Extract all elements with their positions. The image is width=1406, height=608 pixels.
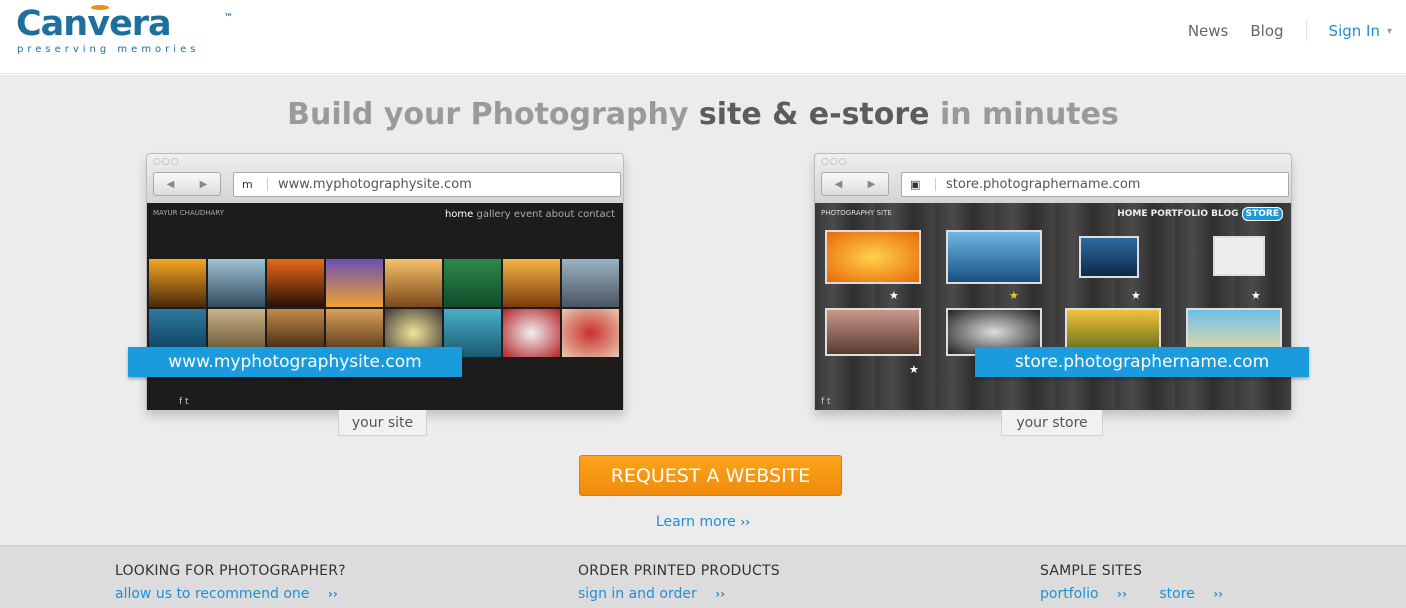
back-arrow-icon: ◀ [834,178,843,190]
browser-chrome: ○○○ ◀ ▶ m www.myphotographysite.com [147,154,623,203]
gallery-photo [444,259,501,307]
browser-chrome: ○○○ ◀ ▶ ▣ store.photographername.com [815,154,1291,203]
gallery-photo [503,309,560,357]
product-album [1213,236,1265,276]
top-nav: News Blog Sign In ▾ [1166,20,1392,42]
nav-divider [1305,21,1307,41]
address-url: www.myphotographysite.com [278,177,472,192]
site-header: Canvera ™ preserving memories News Blog … [0,0,1406,74]
gallery-photo [326,259,383,307]
gallery-photo [149,259,206,307]
star-icon: ★ [889,289,899,302]
product-photo [825,230,921,284]
nav-blog-link[interactable]: Blog [1250,22,1283,40]
logo-tagline: preserving memories [17,44,200,55]
mock-store-header: PHOTOGRAPHY SITE HOME PORTFOLIO BLOG STO… [821,207,1285,223]
site-screenshot: MAYUR CHAUDHARY home gallery event about… [147,203,623,410]
gallery-photo [503,259,560,307]
camera-favicon-icon: ▣ [910,178,936,191]
footer-col-title: LOOKING FOR PHOTOGRAPHER? [115,563,346,579]
double-chevron-icon: ›› [1213,587,1224,601]
gallery-photo [562,259,619,307]
your-site-label: your site [338,410,427,436]
hero-title: Build your Photography site & e-store in… [287,97,1119,132]
footer-col-samples: SAMPLE SITES portfolio ›› store ›› [1040,563,1251,602]
store-url-banner: store.photographername.com [975,347,1309,377]
nav-news-link[interactable]: News [1188,22,1229,40]
hero-section: Build your Photography site & e-store in… [0,75,1406,545]
mock-store-menu: HOME PORTFOLIO BLOG STORE [1117,207,1283,221]
window-dots: ○○○ [153,157,180,167]
address-url: store.photographername.com [946,177,1141,192]
product-photo [946,230,1042,284]
product-video [825,308,921,356]
forward-arrow-icon: ▶ [867,178,876,190]
chevron-down-icon[interactable]: ▾ [1387,26,1392,37]
footer-col-title: ORDER PRINTED PRODUCTS [578,563,780,579]
sample-portfolio-link[interactable]: portfolio ›› [1040,586,1141,602]
logo-wordmark: Canvera [16,4,172,44]
canvera-logo[interactable]: Canvera ™ preserving memories [16,4,246,55]
address-bar: m www.myphotographysite.com [233,172,621,197]
request-website-button[interactable]: REQUEST A WEBSITE [579,455,842,496]
mock-site-header: MAYUR CHAUDHARY home gallery event about… [153,207,617,223]
social-icons: f t [179,397,189,407]
site-favicon-icon: m [242,178,268,191]
store-screenshot: PHOTOGRAPHY SITE HOME PORTFOLIO BLOG STO… [815,203,1291,410]
address-bar: ▣ store.photographername.com [901,172,1289,197]
window-dots: ○○○ [821,157,848,167]
double-chevron-icon: ›› [1117,587,1127,601]
trademark-mark: ™ [224,13,233,23]
mock-store-brand: PHOTOGRAPHY SITE [821,209,892,217]
footer-col-photographer: LOOKING FOR PHOTOGRAPHER? allow us to re… [115,563,366,602]
double-chevron-icon: ›› [715,587,726,601]
forward-arrow-icon: ▶ [199,178,208,190]
star-icon: ★ [1009,289,1019,302]
recommend-photographer-link[interactable]: allow us to recommend one ›› [115,586,352,602]
double-chevron-icon: ›› [740,515,751,529]
browser-nav-buttons: ◀ ▶ [153,172,221,196]
mock-site-menu: home gallery event about contact [444,209,615,220]
sign-in-link[interactable]: Sign In [1329,22,1380,40]
site-url-banner: www.myphotographysite.com [128,347,462,377]
learn-more-link[interactable]: Learn more ›› [0,514,1406,530]
back-arrow-icon: ◀ [166,178,175,190]
product-frame [1079,236,1139,278]
footer-col-order: ORDER PRINTED PRODUCTS sign in and order… [578,563,780,602]
footer-col-title: SAMPLE SITES [1040,563,1143,579]
gallery-photo [208,259,265,307]
gallery-photo [267,259,324,307]
sample-store-link[interactable]: store ›› [1159,586,1237,602]
your-store-label: your store [1001,410,1103,436]
double-chevron-icon: ›› [327,587,338,601]
star-icon: ★ [909,363,919,376]
gallery-photo [385,259,442,307]
star-icon: ★ [1251,289,1261,302]
footer-bar: LOOKING FOR PHOTOGRAPHER? allow us to re… [0,545,1406,608]
sign-in-and-order-link[interactable]: sign in and order ›› [578,586,739,602]
star-icon: ★ [1131,289,1141,302]
gallery-photo [562,309,619,357]
browser-nav-buttons: ◀ ▶ [821,172,889,196]
social-icons: f t [821,397,831,407]
mock-site-brand: MAYUR CHAUDHARY [153,209,224,217]
